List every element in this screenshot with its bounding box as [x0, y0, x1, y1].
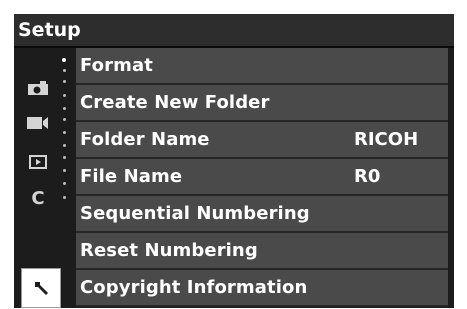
menu-item-create-new-folder[interactable]: Create New Folder: [76, 85, 448, 122]
menu-item-sequential-numbering[interactable]: Sequential Numbering: [76, 196, 448, 233]
header-bar: Setup: [14, 14, 454, 48]
position-dot: [63, 196, 66, 199]
position-dot: [63, 169, 66, 172]
camera-setup-screen: Setup C Format Create New Folder Folder …: [14, 14, 454, 308]
setup-menu-list: Format Create New Folder Folder Name RIC…: [76, 48, 448, 308]
video-camera-icon-glyph: [27, 117, 48, 129]
menu-item-label: Reset Numbering: [80, 240, 258, 261]
menu-item-label: Sequential Numbering: [80, 203, 310, 224]
menu-item-value: R0: [354, 166, 381, 187]
position-dot: [63, 80, 66, 83]
menu-item-file-name[interactable]: File Name R0: [76, 159, 448, 196]
scroll-area: [448, 48, 454, 308]
menu-item-value: RICOH: [354, 129, 419, 150]
position-dot: [63, 131, 66, 134]
camera-icon[interactable]: [22, 74, 54, 102]
position-dot: [63, 107, 66, 110]
menu-item-label: Format: [80, 55, 153, 76]
position-dot: [63, 118, 66, 121]
position-dot: [62, 58, 66, 62]
wrench-icon[interactable]: [21, 268, 61, 308]
playback-icon-glyph: [29, 155, 47, 169]
playback-icon[interactable]: [22, 148, 54, 176]
video-camera-icon[interactable]: [22, 109, 54, 137]
page-title: Setup: [18, 19, 81, 41]
menu-position-dots: [61, 58, 67, 204]
camera-icon-glyph: [28, 81, 48, 95]
menu-item-label: File Name: [80, 166, 183, 187]
position-dot: [63, 144, 66, 147]
menu-item-folder-name[interactable]: Folder Name RICOH: [76, 122, 448, 159]
position-dot: [63, 94, 66, 97]
menu-item-label: Copyright Information: [80, 277, 308, 298]
menu-item-format[interactable]: Format: [76, 48, 448, 85]
position-dot: [63, 69, 66, 72]
menu-item-label: Create New Folder: [80, 92, 270, 113]
sidebar: C: [14, 48, 76, 308]
menu-item-copyright-information[interactable]: Copyright Information: [76, 270, 448, 307]
position-dot: [63, 182, 66, 185]
custom-c-glyph: C: [31, 187, 45, 209]
custom-c-icon[interactable]: C: [22, 184, 54, 212]
menu-item-reset-numbering[interactable]: Reset Numbering: [76, 233, 448, 270]
wrench-icon-glyph: [35, 282, 48, 295]
menu-item-label: Folder Name: [80, 129, 210, 150]
position-dot: [63, 156, 66, 159]
